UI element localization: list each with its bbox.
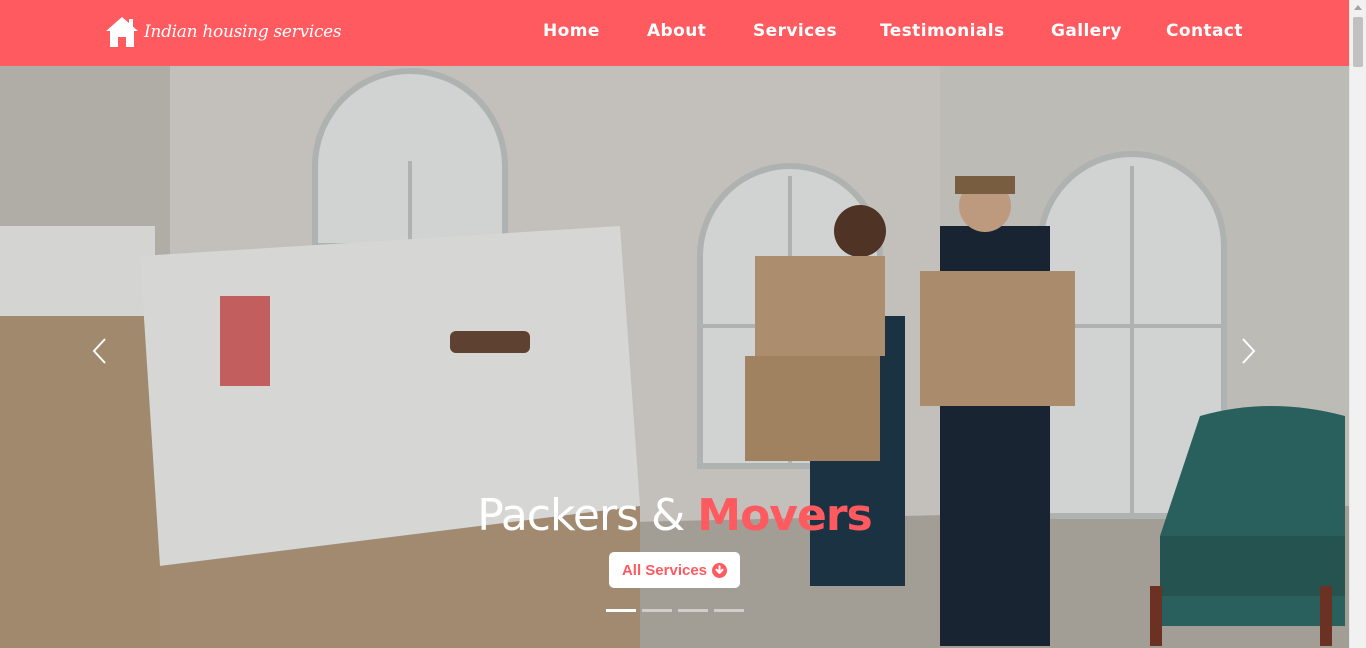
- nav-testimonials[interactable]: Testimonials: [880, 21, 1004, 41]
- chevron-right-icon: [1242, 338, 1256, 364]
- carousel-indicator-4[interactable]: [714, 609, 744, 612]
- nav-services[interactable]: Services: [753, 21, 837, 41]
- house-icon: [106, 17, 138, 47]
- headline-accent: Movers: [697, 490, 872, 541]
- navbar: Indian housing services Home About Servi…: [0, 0, 1349, 66]
- scroll-up-icon[interactable]: [1354, 5, 1362, 10]
- brand-name: Indian housing services: [144, 22, 342, 42]
- page-scrollbar[interactable]: [1349, 0, 1366, 648]
- chevron-left-icon: [92, 338, 106, 364]
- all-services-button[interactable]: All Services: [609, 552, 740, 588]
- arrow-circle-down-icon: [712, 562, 728, 578]
- scrollbar-thumb[interactable]: [1353, 17, 1363, 67]
- nav-contact[interactable]: Contact: [1166, 21, 1243, 41]
- carousel-next-button[interactable]: [1232, 336, 1262, 366]
- carousel-indicator-2[interactable]: [642, 609, 672, 612]
- hero-caption: Packers & Movers: [0, 490, 1349, 542]
- nav-gallery[interactable]: Gallery: [1051, 21, 1122, 41]
- carousel-indicators: [606, 609, 750, 612]
- brand-logo[interactable]: Indian housing services: [104, 14, 342, 50]
- hero-carousel: Packers & Movers All Services: [0, 66, 1349, 648]
- carousel-indicator-3[interactable]: [678, 609, 708, 612]
- carousel-indicator-1[interactable]: [606, 609, 636, 612]
- nav-home[interactable]: Home: [543, 21, 600, 41]
- nav-about[interactable]: About: [647, 21, 706, 41]
- hero-headline: Packers & Movers: [0, 490, 1349, 542]
- carousel-prev-button[interactable]: [86, 336, 116, 366]
- headline-text: Packers &: [477, 490, 698, 541]
- all-services-label: All Services: [621, 561, 708, 579]
